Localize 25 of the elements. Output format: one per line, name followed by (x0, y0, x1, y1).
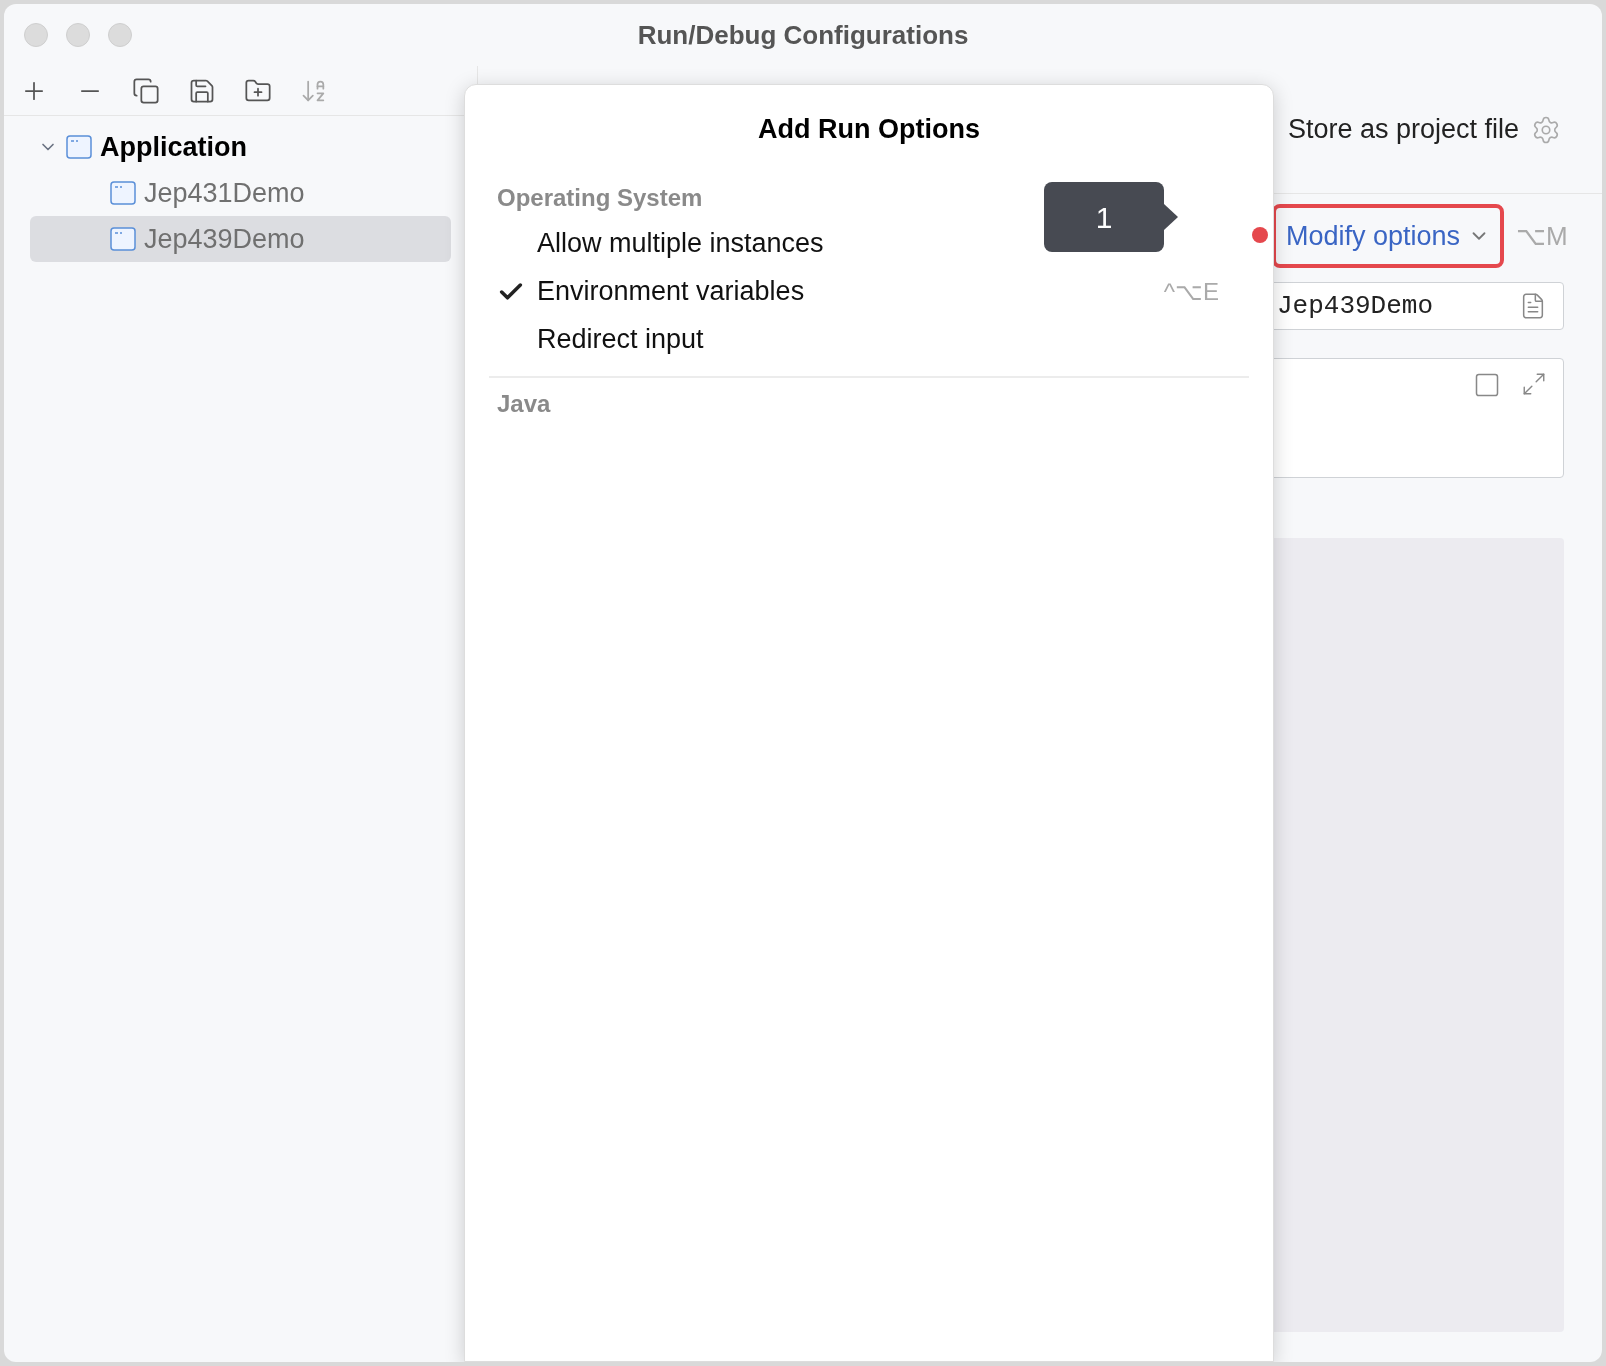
section-heading: Operating System (497, 183, 703, 211)
modify-options-button[interactable]: Modify options (1272, 204, 1505, 268)
tree-item[interactable]: Jep431Demo (30, 170, 451, 216)
tree-label: Application (100, 130, 247, 164)
step-number: 1 (1095, 199, 1113, 236)
field-value: Jep439Demo (1277, 289, 1434, 323)
tree-label: Jep439Demo (144, 222, 305, 256)
page-icon[interactable] (1473, 371, 1501, 399)
expand-icon[interactable] (1521, 371, 1547, 397)
store-label: Store as project file (1288, 113, 1520, 147)
section-heading: Java (497, 389, 551, 417)
tree-label: Jep431Demo (144, 176, 305, 210)
menu-item[interactable]: Redirect input (537, 319, 704, 360)
window-icon (66, 135, 92, 159)
shortcut-label: ^⌥E (1163, 276, 1219, 307)
tree-item[interactable]: Jep439Demo (30, 216, 451, 262)
shortcut-label: ⌥M (1516, 219, 1568, 253)
window-title: Run/Debug Configurations (637, 18, 969, 52)
menu-item[interactable]: Environment variables (537, 271, 805, 312)
tree-item[interactable]: Application (30, 124, 451, 170)
window-icon (110, 181, 136, 205)
menu-item[interactable]: Allow multiple instances (537, 223, 824, 264)
popup-title: Add Run Options (758, 113, 980, 146)
window-icon (110, 227, 136, 251)
copy-icon[interactable] (132, 76, 160, 105)
